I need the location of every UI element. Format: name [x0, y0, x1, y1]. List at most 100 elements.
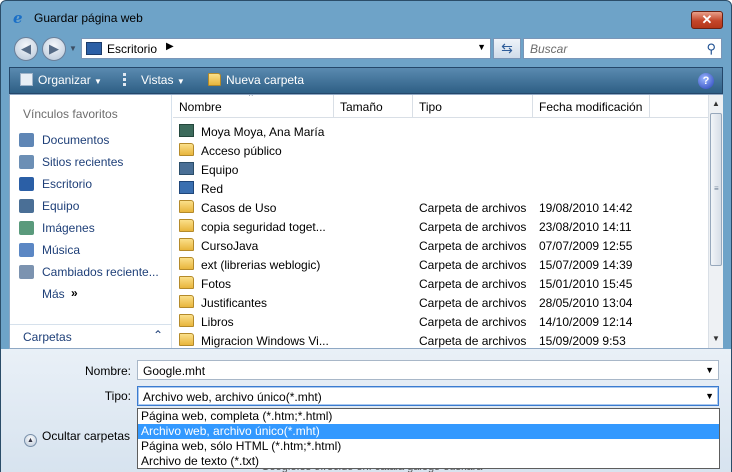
breadcrumb-arrow-icon[interactable]: ▶	[166, 41, 174, 52]
file-type-value[interactable]: Archivo web, archivo único(*.mht)	[143, 390, 322, 404]
favorites-header: Vínculos favoritos	[23, 107, 118, 121]
sidebar-item-recent-sites[interactable]: Sitios recientes	[19, 153, 169, 171]
file-name: ext (librerias weblogic)	[201, 258, 321, 272]
search-input[interactable]: Buscar ⚲	[523, 38, 722, 59]
file-date: 14/10/2009 12:14	[539, 315, 633, 329]
new-folder-icon	[208, 73, 221, 86]
desktop-icon	[86, 42, 102, 55]
file-date: 07/07/2009 12:55	[539, 239, 633, 253]
close-button[interactable]: ✕	[691, 11, 723, 29]
history-dropdown-icon[interactable]: ▼	[69, 44, 77, 53]
table-row[interactable]: Fotos Carpeta de archivos 15/01/2010 15:…	[173, 274, 708, 293]
file-type: Carpeta de archivos	[419, 334, 527, 348]
sidebar-item-recently-changed[interactable]: Cambiados reciente...	[19, 263, 169, 281]
filename-field[interactable]: Google.mht ▼	[137, 360, 719, 380]
table-row[interactable]: Casos de Uso Carpeta de archivos 19/08/2…	[173, 198, 708, 217]
forward-button[interactable]: ▶	[42, 37, 66, 61]
folder-icon	[179, 276, 194, 289]
file-type-option-selected[interactable]: Archivo web, archivo único(*.mht)	[138, 424, 719, 439]
sidebar-item-label: Sitios recientes	[42, 155, 124, 169]
name-label: Nombre:	[84, 364, 131, 378]
filename-value[interactable]: Google.mht	[143, 364, 205, 378]
search-icon[interactable]: ⚲	[706, 41, 716, 57]
sidebar-item-music[interactable]: Música	[19, 241, 169, 259]
scrollbar-thumb[interactable]: ≡	[710, 113, 722, 266]
file-name: Equipo	[201, 163, 239, 177]
address-box[interactable]: Escritorio ▶ ▼	[81, 38, 491, 59]
sidebar-item-desktop[interactable]: Escritorio	[19, 175, 169, 193]
file-name: CursoJava	[201, 239, 259, 253]
address-bar: ◀ ▶ ▼ Escritorio ▶ ▼ ⇆ Buscar ⚲	[1, 35, 731, 63]
table-row[interactable]: copia seguridad toget... Carpeta de arch…	[173, 217, 708, 236]
chevron-up-icon: ▲	[24, 434, 37, 447]
folder-icon	[179, 219, 194, 232]
network-icon	[179, 181, 194, 194]
column-header-filler	[650, 95, 708, 118]
folder-icon	[179, 257, 194, 270]
back-button[interactable]: ◀	[14, 37, 38, 61]
sort-ascending-icon: ^	[249, 95, 253, 101]
address-location[interactable]: Escritorio	[107, 42, 157, 56]
sidebar-item-computer[interactable]: Equipo	[19, 197, 169, 215]
file-type-option[interactable]: Página web, completa (*.htm;*.html)	[138, 409, 719, 424]
organize-button[interactable]: Organizar ▼	[20, 73, 102, 87]
internet-explorer-icon: e	[13, 9, 23, 27]
file-type: Carpeta de archivos	[419, 277, 527, 291]
views-dropdown-icon: ▼	[176, 77, 185, 86]
sidebar-item-label: Equipo	[42, 199, 80, 213]
table-row[interactable]: Moya Moya, Ana María	[173, 122, 708, 141]
file-type-dropdown-icon[interactable]: ▼	[705, 391, 714, 401]
file-date: 19/08/2010 14:42	[539, 201, 633, 215]
pictures-icon	[19, 221, 34, 235]
sidebar-item-documents[interactable]: Documentos	[19, 131, 169, 149]
table-row[interactable]: Migracion Windows Vi... Carpeta de archi…	[173, 331, 708, 348]
desktop-icon	[19, 177, 34, 191]
table-row[interactable]: CursoJava Carpeta de archivos 07/07/2009…	[173, 236, 708, 255]
table-row[interactable]: ext (librerias weblogic) Carpeta de arch…	[173, 255, 708, 274]
refresh-button[interactable]: ⇆	[493, 38, 521, 59]
scroll-down-icon[interactable]: ▼	[712, 334, 720, 343]
file-type: Carpeta de archivos	[419, 201, 527, 215]
more-chevron-icon: »	[71, 286, 78, 300]
file-date: 15/07/2009 14:39	[539, 258, 633, 272]
table-row[interactable]: Libros Carpeta de archivos 14/10/2009 12…	[173, 312, 708, 331]
table-row[interactable]: Justificantes Carpeta de archivos 28/05/…	[173, 293, 708, 312]
table-row[interactable]: Red	[173, 179, 708, 198]
views-icon	[123, 73, 136, 86]
table-row[interactable]: Acceso público	[173, 141, 708, 160]
column-header-name[interactable]: ^ Nombre	[173, 95, 334, 118]
file-type-select[interactable]: Archivo web, archivo único(*.mht) ▼	[137, 386, 719, 406]
column-header-size[interactable]: Tamaño	[334, 95, 413, 118]
column-header-label: Tamaño	[340, 100, 383, 114]
user-folder-icon	[179, 124, 194, 137]
address-dropdown-icon[interactable]: ▼	[477, 42, 486, 52]
file-type-option[interactable]: Página web, sólo HTML (*.htm;*.html)	[138, 439, 719, 454]
filename-dropdown-icon[interactable]: ▼	[705, 365, 714, 375]
refresh-icon: ⇆	[501, 40, 513, 56]
folders-toggle[interactable]: Carpetas ⌃	[10, 324, 171, 348]
type-label: Tipo:	[104, 389, 131, 403]
hide-folders-button[interactable]: ▲ Ocultar carpetas	[24, 429, 130, 447]
folder-icon	[179, 238, 194, 251]
sidebar-item-more[interactable]: Más »	[19, 285, 169, 303]
column-header-date[interactable]: Fecha modificación	[533, 95, 650, 118]
vertical-scrollbar[interactable]: ▲ ≡ ▼	[708, 95, 723, 348]
new-folder-button[interactable]: Nueva carpeta	[208, 73, 304, 87]
folder-icon	[179, 295, 194, 308]
file-type-option[interactable]: Archivo de texto (*.txt)	[138, 454, 719, 469]
file-type: Carpeta de archivos	[419, 296, 527, 310]
hide-folders-label: Ocultar carpetas	[42, 429, 131, 443]
views-label: Vistas	[141, 73, 174, 87]
sidebar-item-pictures[interactable]: Imágenes	[19, 219, 169, 237]
file-name: Fotos	[201, 277, 232, 291]
sidebar-item-label: Imágenes	[42, 221, 95, 235]
recently-changed-icon	[19, 265, 34, 279]
file-name: Acceso público	[201, 144, 282, 158]
column-header-type[interactable]: Tipo	[413, 95, 533, 118]
scroll-up-icon[interactable]: ▲	[712, 99, 720, 108]
computer-icon	[179, 162, 194, 175]
favorites-sidebar: Vínculos favoritos Documentos Sitios rec…	[10, 95, 172, 348]
table-row[interactable]: Equipo	[173, 160, 708, 179]
views-button[interactable]: Vistas ▼	[123, 73, 185, 87]
help-icon[interactable]: ?	[698, 73, 714, 89]
